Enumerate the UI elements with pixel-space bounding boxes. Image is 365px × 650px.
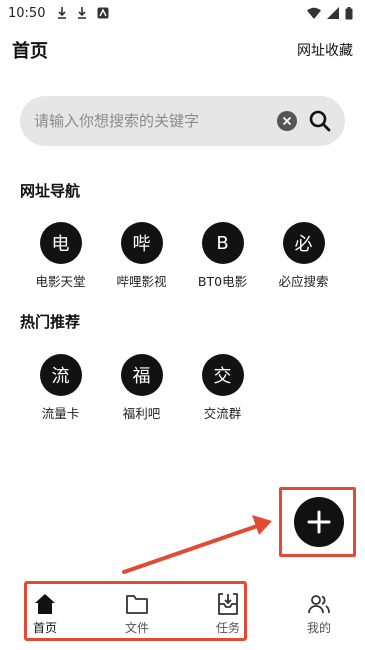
tab-me[interactable]: 我的 bbox=[295, 592, 343, 636]
hot-item-badge: 交 bbox=[201, 354, 244, 396]
tab-label: 我的 bbox=[306, 621, 331, 635]
nav-item-label: 电影天堂 bbox=[35, 274, 86, 289]
hot-item-label: 交流群 bbox=[203, 406, 242, 421]
section-title-nav: 网址导航 bbox=[20, 182, 81, 200]
clear-button[interactable] bbox=[277, 111, 297, 131]
notification-icons bbox=[57, 7, 109, 19]
users-icon bbox=[308, 595, 330, 614]
app-notification-icon bbox=[97, 7, 109, 19]
nav-item-label: BT0电影 bbox=[197, 274, 248, 289]
favorites-link[interactable]: 网址收藏 bbox=[297, 40, 353, 60]
hot-item-badge: 流 bbox=[39, 354, 82, 396]
search-bar bbox=[20, 96, 345, 146]
download-notification-icon bbox=[58, 7, 67, 19]
nav-item-badge: 电 bbox=[39, 222, 82, 264]
search-button[interactable] bbox=[309, 110, 331, 132]
nav-item-bilibili-video[interactable]: 哔 哔哩影视 bbox=[101, 222, 182, 290]
nav-item-label: 哔哩影视 bbox=[116, 274, 167, 289]
hot-item-data-card[interactable]: 流 流量卡 bbox=[20, 354, 101, 422]
section-title-hot: 热门推荐 bbox=[20, 313, 81, 331]
nav-item-badge: 必 bbox=[282, 222, 325, 264]
page-title: 首页 bbox=[12, 41, 48, 62]
tabs-annotation-box bbox=[24, 581, 247, 641]
top-app-bar: 首页 网址收藏 bbox=[0, 34, 365, 66]
plus-icon bbox=[307, 510, 331, 534]
hot-item-badge: 福 bbox=[120, 354, 163, 396]
hot-item-label: 福利吧 bbox=[122, 406, 161, 421]
hot-item-welfare[interactable]: 福 福利吧 bbox=[101, 354, 182, 422]
nav-item-label: 必应搜索 bbox=[278, 274, 329, 289]
search-input[interactable] bbox=[34, 112, 277, 130]
nav-item-badge: 哔 bbox=[120, 222, 163, 264]
nav-grid: 电 电影天堂 哔 哔哩影视 B BT0电影 必 必应搜索 bbox=[20, 222, 344, 290]
status-time: 10:50 bbox=[8, 5, 46, 21]
hot-item-group-chat[interactable]: 交 交流群 bbox=[182, 354, 263, 422]
nav-item-bt0-movie[interactable]: B BT0电影 bbox=[182, 222, 263, 290]
battery-icon bbox=[345, 6, 353, 19]
status-bar: 10:50 bbox=[0, 0, 365, 26]
system-icons bbox=[307, 6, 353, 20]
download-notification-icon bbox=[78, 7, 87, 19]
hot-grid: 流 流量卡 福 福利吧 交 交流群 bbox=[20, 354, 263, 422]
nav-item-bing-search[interactable]: 必 必应搜索 bbox=[263, 222, 344, 290]
nav-item-movie-heaven[interactable]: 电 电影天堂 bbox=[20, 222, 101, 290]
search-icon bbox=[309, 110, 331, 132]
nav-item-badge: B bbox=[201, 222, 244, 264]
signal-icon bbox=[327, 7, 339, 19]
add-button[interactable] bbox=[294, 497, 344, 547]
wifi-icon bbox=[307, 7, 321, 19]
clear-icon bbox=[282, 116, 292, 126]
hot-item-label: 流量卡 bbox=[41, 406, 80, 421]
